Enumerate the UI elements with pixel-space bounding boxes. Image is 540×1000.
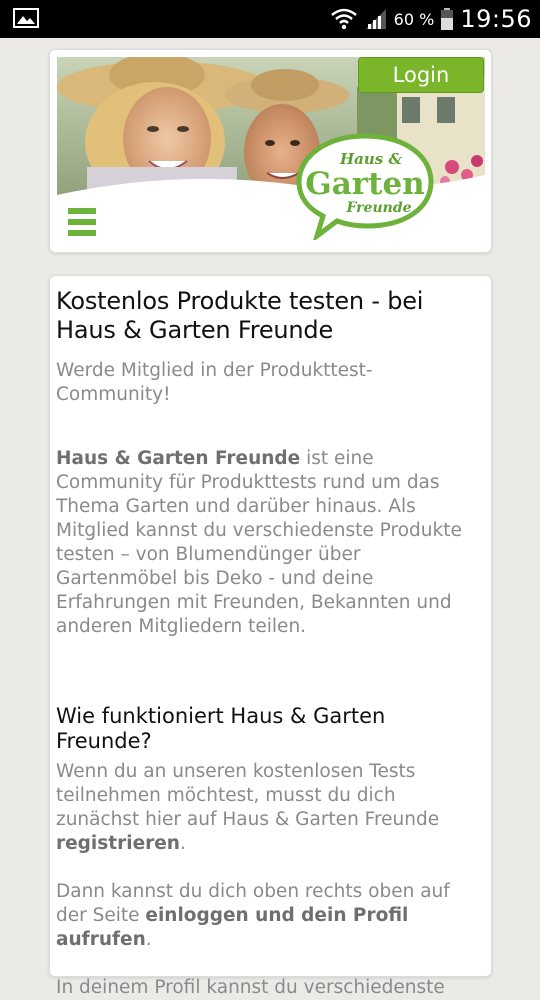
status-bar: 60 % 19:56: [0, 0, 540, 38]
section-title: Wie funktioniert Haus & Garten Freunde?: [56, 704, 386, 753]
login-button[interactable]: Login: [358, 57, 484, 93]
page-title: Kostenlos Produkte testen - bei Haus & G…: [56, 287, 424, 344]
intro-bold: Haus & Garten Freunde: [56, 448, 301, 469]
wifi-icon: [330, 8, 357, 30]
signal-icon: [365, 9, 386, 29]
logo-line3: Freunde: [345, 200, 411, 216]
paragraph-2: Dann kannst du dich oben rechts oben auf…: [56, 880, 481, 952]
p2-end: .: [145, 929, 152, 950]
intro-text: ist eine Community für Produkttests rund…: [56, 448, 462, 637]
logo-line2: Garten: [305, 166, 424, 202]
battery-percent: 60 %: [393, 9, 435, 29]
content: Kostenlos Produkte testen - bei Haus & G…: [56, 287, 481, 1000]
register-link[interactable]: registrieren: [56, 833, 180, 854]
hamburger-menu-icon[interactable]: [68, 208, 96, 236]
p1-end: .: [179, 833, 186, 854]
clock: 19:56: [460, 5, 532, 33]
intro-paragraph: Haus & Garten Freunde ist eine Community…: [56, 447, 481, 639]
paragraph-3: In deinem Profil kannst du verschiedenst…: [56, 977, 445, 998]
battery-icon: [441, 8, 454, 30]
subtitle: Werde Mitglied in der Produkttest-Commun…: [56, 360, 373, 405]
p1-text: Wenn du an unseren kostenlosen Tests tei…: [56, 761, 440, 830]
gallery-icon: [13, 8, 39, 28]
logo: Haus & Garten Freunde: [296, 133, 434, 240]
paragraph-1: Wenn du an unseren kostenlosen Tests tei…: [56, 760, 481, 856]
